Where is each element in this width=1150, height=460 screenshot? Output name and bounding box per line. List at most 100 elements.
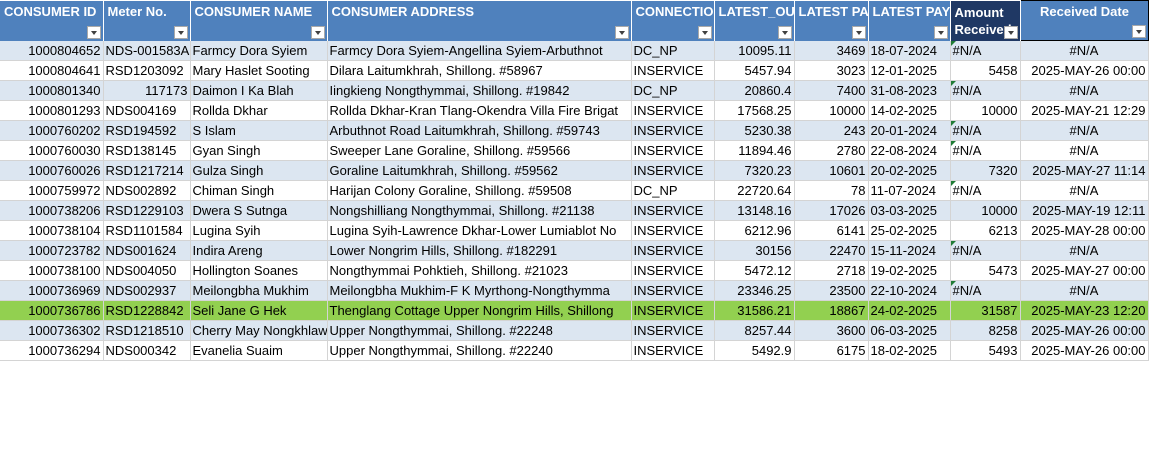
- cell-latest-pay[interactable]: 18867: [794, 300, 869, 321]
- filter-dropdown-icon[interactable]: [310, 25, 325, 39]
- cell-latest-paym[interactable]: 31-08-2023: [868, 80, 951, 101]
- cell-connection[interactable]: DC_NP: [631, 40, 715, 61]
- cell-amount-received[interactable]: 5493: [950, 340, 1021, 361]
- cell-latest-paym[interactable]: 20-01-2024: [868, 120, 951, 141]
- cell-latest-pay[interactable]: 17026: [794, 200, 869, 221]
- cell-latest-paym[interactable]: 20-02-2025: [868, 160, 951, 181]
- cell-meter-no[interactable]: RSD1217214: [103, 160, 191, 181]
- cell-amount-received[interactable]: #N/A: [950, 280, 1021, 301]
- cell-connection[interactable]: INSERVICE: [631, 320, 715, 341]
- cell-consumer-address[interactable]: Rollda Dkhar-Kran Tlang-Okendra Villa Fi…: [327, 100, 632, 121]
- cell-received-date[interactable]: #N/A: [1020, 140, 1149, 161]
- cell-consumer-id[interactable]: 1000760026: [0, 160, 104, 181]
- cell-connection[interactable]: DC_NP: [631, 80, 715, 101]
- cell-amount-received[interactable]: #N/A: [950, 140, 1021, 161]
- cell-latest-paym[interactable]: 11-07-2024: [868, 180, 951, 201]
- cell-latest-paym[interactable]: 22-08-2024: [868, 140, 951, 161]
- cell-consumer-name[interactable]: Daimon I Ka Blah: [190, 80, 328, 101]
- cell-latest-paym[interactable]: 06-03-2025: [868, 320, 951, 341]
- cell-consumer-address[interactable]: Goraline Laitumkhrah, Shillong. #59562: [327, 160, 632, 181]
- cell-consumer-name[interactable]: Dwera S Sutnga: [190, 200, 328, 221]
- cell-amount-received[interactable]: 7320: [950, 160, 1021, 181]
- cell-latest-paym[interactable]: 15-11-2024: [868, 240, 951, 261]
- cell-amount-received[interactable]: #N/A: [950, 120, 1021, 141]
- cell-consumer-id[interactable]: 1000736294: [0, 340, 104, 361]
- cell-latest-out[interactable]: 5492.9: [714, 340, 795, 361]
- cell-received-date[interactable]: #N/A: [1020, 240, 1149, 261]
- filter-dropdown-icon[interactable]: [777, 25, 792, 39]
- cell-amount-received[interactable]: #N/A: [950, 240, 1021, 261]
- cell-latest-out[interactable]: 30156: [714, 240, 795, 261]
- cell-consumer-name[interactable]: Cherry May Nongkhlaw: [190, 320, 328, 341]
- cell-latest-pay[interactable]: 3469: [794, 40, 869, 61]
- cell-connection[interactable]: INSERVICE: [631, 220, 715, 241]
- cell-latest-pay[interactable]: 78: [794, 180, 869, 201]
- cell-received-date[interactable]: #N/A: [1020, 120, 1149, 141]
- cell-meter-no[interactable]: NDS002892: [103, 180, 191, 201]
- cell-connection[interactable]: INSERVICE: [631, 240, 715, 261]
- cell-consumer-address[interactable]: Iingkieng Nongthymmai, Shillong. #19842: [327, 80, 632, 101]
- cell-consumer-address[interactable]: Arbuthnot Road Laitumkhrah, Shillong. #5…: [327, 120, 632, 141]
- cell-consumer-id[interactable]: 1000759972: [0, 180, 104, 201]
- cell-latest-out[interactable]: 8257.44: [714, 320, 795, 341]
- cell-meter-no[interactable]: NDS-001583A: [103, 40, 191, 61]
- cell-consumer-id[interactable]: 1000736969: [0, 280, 104, 301]
- cell-latest-paym[interactable]: 03-03-2025: [868, 200, 951, 221]
- cell-connection[interactable]: INSERVICE: [631, 200, 715, 221]
- cell-consumer-id[interactable]: 1000738206: [0, 200, 104, 221]
- cell-consumer-address[interactable]: Dilara Laitumkhrah, Shillong. #58967: [327, 60, 632, 81]
- cell-consumer-id[interactable]: 1000738104: [0, 220, 104, 241]
- cell-connection[interactable]: INSERVICE: [631, 260, 715, 281]
- cell-latest-out[interactable]: 20860.4: [714, 80, 795, 101]
- cell-latest-pay[interactable]: 6141: [794, 220, 869, 241]
- cell-amount-received[interactable]: 31587: [950, 300, 1021, 321]
- filter-dropdown-icon[interactable]: [851, 25, 866, 39]
- cell-consumer-address[interactable]: Thenglang Cottage Upper Nongrim Hills, S…: [327, 300, 632, 321]
- cell-latest-pay[interactable]: 243: [794, 120, 869, 141]
- cell-latest-paym[interactable]: 18-07-2024: [868, 40, 951, 61]
- filter-dropdown-icon[interactable]: [1003, 25, 1018, 39]
- cell-latest-out[interactable]: 23346.25: [714, 280, 795, 301]
- cell-consumer-id[interactable]: 1000736786: [0, 300, 104, 321]
- cell-consumer-address[interactable]: Farmcy Dora Syiem-Angellina Syiem-Arbuth…: [327, 40, 632, 61]
- cell-latest-pay[interactable]: 2718: [794, 260, 869, 281]
- cell-consumer-id[interactable]: 1000760030: [0, 140, 104, 161]
- cell-consumer-id[interactable]: 1000736302: [0, 320, 104, 341]
- cell-latest-out[interactable]: 31586.21: [714, 300, 795, 321]
- cell-latest-out[interactable]: 5230.38: [714, 120, 795, 141]
- cell-consumer-name[interactable]: Seli Jane G Hek: [190, 300, 328, 321]
- cell-latest-pay[interactable]: 6175: [794, 340, 869, 361]
- cell-consumer-name[interactable]: Hollington Soanes: [190, 260, 328, 281]
- cell-amount-received[interactable]: 6213: [950, 220, 1021, 241]
- cell-received-date[interactable]: 2025-MAY-26 00:00: [1020, 60, 1149, 81]
- cell-latest-paym[interactable]: 12-01-2025: [868, 60, 951, 81]
- cell-amount-received[interactable]: #N/A: [950, 80, 1021, 101]
- cell-latest-out[interactable]: 5472.12: [714, 260, 795, 281]
- cell-latest-out[interactable]: 13148.16: [714, 200, 795, 221]
- cell-latest-paym[interactable]: 14-02-2025: [868, 100, 951, 121]
- cell-consumer-name[interactable]: Evanelia Suaim: [190, 340, 328, 361]
- cell-consumer-name[interactable]: Gulza Singh: [190, 160, 328, 181]
- cell-meter-no[interactable]: RSD1218510: [103, 320, 191, 341]
- cell-latest-pay[interactable]: 22470: [794, 240, 869, 261]
- cell-received-date[interactable]: 2025-MAY-27 00:00: [1020, 260, 1149, 281]
- cell-consumer-id[interactable]: 1000804641: [0, 60, 104, 81]
- cell-received-date[interactable]: 2025-MAY-26 00:00: [1020, 340, 1149, 361]
- cell-consumer-name[interactable]: Mary Haslet Sooting: [190, 60, 328, 81]
- filter-dropdown-icon[interactable]: [697, 25, 712, 39]
- cell-connection[interactable]: INSERVICE: [631, 160, 715, 181]
- cell-latest-paym[interactable]: 19-02-2025: [868, 260, 951, 281]
- cell-latest-out[interactable]: 5457.94: [714, 60, 795, 81]
- cell-latest-pay[interactable]: 2780: [794, 140, 869, 161]
- cell-received-date[interactable]: #N/A: [1020, 80, 1149, 101]
- cell-consumer-name[interactable]: S Islam: [190, 120, 328, 141]
- cell-consumer-name[interactable]: Gyan Singh: [190, 140, 328, 161]
- cell-latest-pay[interactable]: 23500: [794, 280, 869, 301]
- cell-latest-pay[interactable]: 3600: [794, 320, 869, 341]
- cell-received-date[interactable]: 2025-MAY-28 00:00: [1020, 220, 1149, 241]
- cell-latest-paym[interactable]: 25-02-2025: [868, 220, 951, 241]
- cell-connection[interactable]: INSERVICE: [631, 120, 715, 141]
- cell-meter-no[interactable]: RSD138145: [103, 140, 191, 161]
- cell-consumer-address[interactable]: Harijan Colony Goraline, Shillong. #5950…: [327, 180, 632, 201]
- cell-latest-out[interactable]: 22720.64: [714, 180, 795, 201]
